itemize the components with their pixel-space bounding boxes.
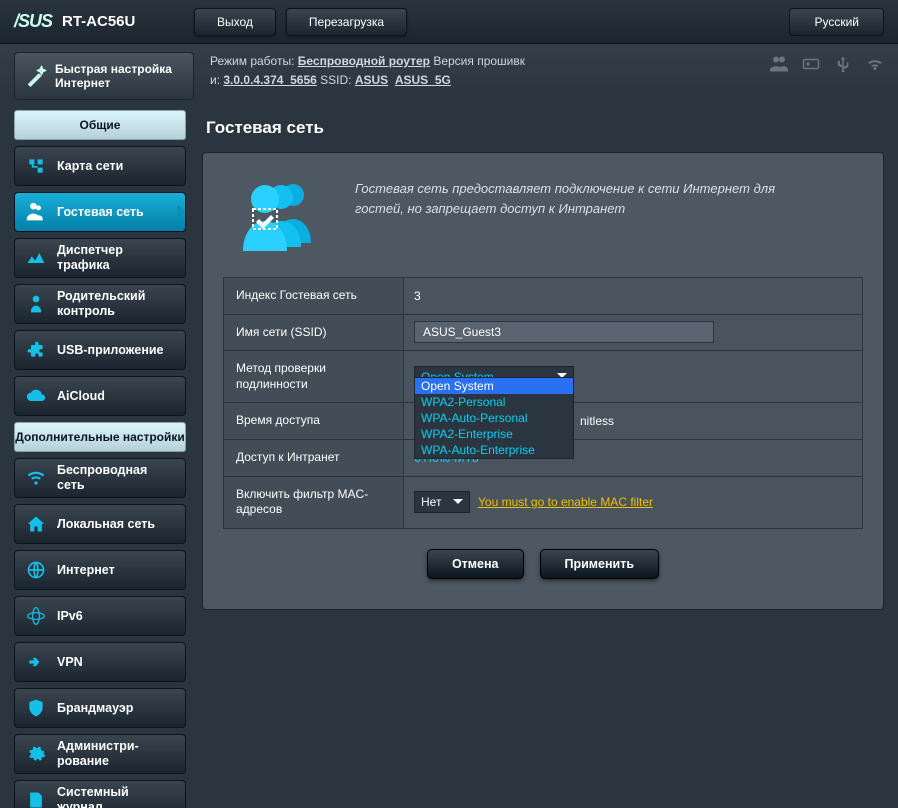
auth-option[interactable]: WPA-Auto-Personal [415,410,573,426]
value-index: 3 [404,278,862,314]
sidebar-item-admin[interactable]: Администри-рование [14,734,186,774]
guest-illustration [231,173,331,253]
ssid-input[interactable] [414,321,714,343]
logout-button[interactable]: Выход [194,8,276,36]
label-index: Индекс Гостевая сеть [224,278,404,314]
sidebar-item-wireless[interactable]: Беспроводная сеть [14,458,186,498]
guest-icon [25,201,47,223]
apply-button[interactable]: Применить [540,549,660,579]
status-text: Режим работы: Беспроводной роутер Версия… [194,52,770,90]
gear-icon [25,743,47,765]
puzzle-icon [25,339,47,361]
language-select[interactable]: Русский [789,8,884,36]
sidebar-item-lan[interactable]: Локальная сеть [14,504,186,544]
intro: Гостевая сеть предоставляет подключение … [223,173,863,277]
sidebar-item-guest-network[interactable]: Гостевая сеть [14,192,186,232]
panel: Гостевая сеть предоставляет подключение … [202,152,884,610]
clients-icon[interactable] [770,56,788,72]
quick-setup-button[interactable]: Быстрая настройка Интернет [14,52,194,100]
traffic-icon [25,247,47,269]
auth-option[interactable]: Open System [415,378,573,394]
top-bar: /SUS RT-AC56U Выход Перезагрузка Русский [0,0,898,44]
log-icon [25,789,47,808]
globe-icon [25,559,47,581]
wireless-icon [25,467,47,489]
ssid-5g-link[interactable]: ASUS_5G [395,73,451,87]
label-mac: Включить фильтр MAC-адресов [224,477,404,528]
main-content: Гостевая сеть Гостевая сеть предоставляе… [194,110,898,808]
cancel-button[interactable]: Отмена [427,549,524,579]
parental-icon [25,293,47,315]
status-row: Быстрая настройка Интернет Режим работы:… [0,44,898,110]
label-time: Время доступа [224,403,404,439]
sidebar-item-ipv6[interactable]: IPv6 [14,596,186,636]
sidebar-item-parental[interactable]: Родительский контроль [14,284,186,324]
auth-option[interactable]: WPA2-Enterprise [415,426,573,442]
chevron-down-icon [453,499,463,509]
sidebar-item-aicloud[interactable]: AiCloud [14,376,186,416]
settings-form: Индекс Гостевая сеть 3 Имя сети (SSID) М… [223,277,863,529]
page-title: Гостевая сеть [202,110,884,152]
sidebar-item-wan[interactable]: Интернет [14,550,186,590]
reboot-button[interactable]: Перезагрузка [286,8,407,36]
sidebar-item-usb-app[interactable]: USB-приложение [14,330,186,370]
quick-setup-label: Быстрая настройка Интернет [55,62,183,91]
opmode-link[interactable]: Беспроводной роутер [298,54,430,68]
wifi-icon[interactable] [866,56,884,72]
sidebar-header-general: Общие [14,110,186,140]
model-text: RT-AC56U [62,13,135,30]
auth-option[interactable]: WPA2-Personal [415,394,573,410]
home-icon [25,513,47,535]
status-icons [770,52,884,72]
wand-icon [25,64,47,88]
ssid-24-link[interactable]: ASUS [355,73,388,87]
intro-text: Гостевая сеть предоставляет подключение … [355,173,825,253]
sidebar: Общие Карта сети Гостевая сеть Диспетчер… [0,110,194,808]
label-auth: Метод проверки подлинности [224,351,404,402]
shield-icon [25,697,47,719]
auth-option[interactable]: WPA-Auto-Enterprise [415,442,573,458]
usb-port-icon[interactable] [802,56,820,72]
usb-icon[interactable] [834,56,852,72]
sidebar-header-advanced: Дополнительные настройки [14,422,186,452]
auth-dropdown[interactable]: Open System WPA2-Personal WPA-Auto-Perso… [414,377,574,459]
time-value-peek: nitless [580,414,614,428]
fw-link[interactable]: 3.0.0.4.374_5656 [223,73,316,87]
sidebar-item-syslog[interactable]: Системный журнал [14,780,186,808]
sidebar-item-network-map[interactable]: Карта сети [14,146,186,186]
sidebar-item-traffic[interactable]: Диспетчер трафика [14,238,186,278]
mac-filter-link[interactable]: You must go to enable MAC filter [478,495,653,509]
brand-text: /SUS [14,11,52,32]
sidebar-item-firewall[interactable]: Брандмауэр [14,688,186,728]
cloud-icon [25,385,47,407]
mac-select[interactable]: Нет [414,491,470,513]
action-buttons: Отмена Применить [223,529,863,579]
ipv6-icon [25,605,47,627]
label-ssid: Имя сети (SSID) [224,315,404,351]
sidebar-item-vpn[interactable]: VPN [14,642,186,682]
vpn-icon [25,651,47,673]
networkmap-icon [25,155,47,177]
logo: /SUS RT-AC56U [14,11,194,32]
label-intranet: Доступ к Интранет [224,440,404,476]
